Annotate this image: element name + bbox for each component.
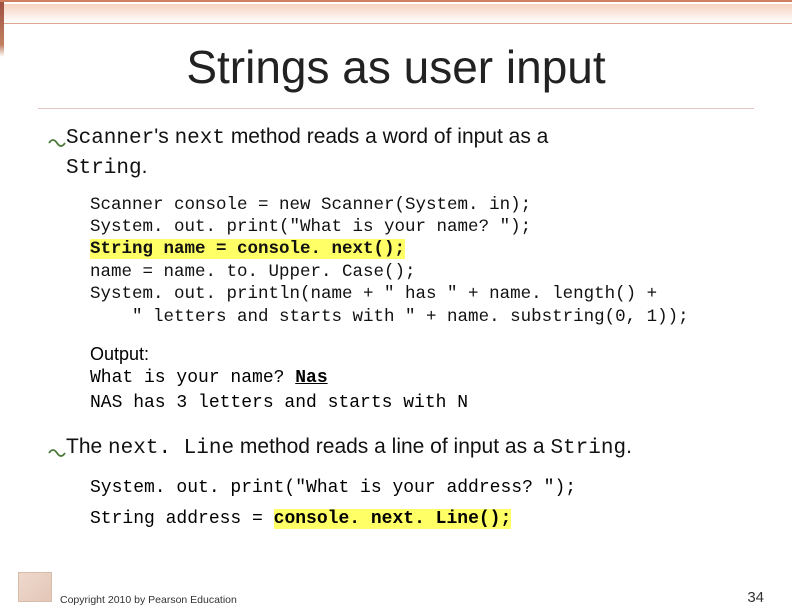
output-text: What is your name? [90, 368, 295, 388]
text: 's [154, 125, 174, 148]
code-line: System. out. println(name + " has " + na… [90, 284, 657, 304]
output-block: Output: What is your name? Nas NAS has 3… [90, 342, 754, 415]
header-wave [0, 4, 792, 24]
code-line: name = name. to. Upper. Case(); [90, 262, 416, 282]
output-line: What is your name? Nas [90, 366, 754, 390]
code-next: next [175, 127, 225, 150]
code-nextline: next. Line [108, 437, 234, 460]
code-string: String [550, 437, 626, 460]
code-text: String address = [90, 509, 274, 529]
code-scanner: Scanner [66, 127, 154, 150]
code-line: Scanner console = new Scanner(System. in… [90, 195, 531, 215]
bullet-icon [48, 440, 66, 454]
copyright-text: Copyright 2010 by Pearson Education [60, 594, 237, 606]
output-input: Nas [295, 368, 327, 388]
slide: Strings as user input Scanner's next met… [0, 0, 792, 612]
code-line: " letters and starts with " + name. subs… [90, 307, 689, 327]
left-accent [0, 2, 4, 612]
footer: Copyright 2010 by Pearson Education 34 [0, 589, 792, 606]
code-string: String [66, 157, 142, 180]
bullet-icon [48, 130, 66, 144]
code-line: System. out. print("What is your address… [90, 473, 754, 504]
content-area: Scanner's next method reads a word of in… [0, 123, 792, 534]
code-highlight: console. next. Line(); [274, 509, 512, 529]
code-line: System. out. print("What is your name? "… [90, 217, 531, 237]
code-block-2: System. out. print("What is your address… [90, 473, 754, 534]
text: The [66, 435, 108, 458]
text: method reads a line of input as a [234, 435, 550, 458]
output-line: NAS has 3 letters and starts with N [90, 391, 754, 415]
code-block-1: Scanner console = new Scanner(System. in… [90, 194, 754, 328]
code-line-highlight: String name = console. next(); [90, 239, 405, 259]
text: . [142, 155, 148, 178]
output-label: Output: [90, 342, 754, 366]
code-line: String address = console. next. Line(); [90, 504, 754, 535]
text: method reads a word of input as a [225, 125, 548, 148]
text: . [626, 435, 632, 458]
title-underline [38, 108, 754, 109]
bullet-2: The next. Line method reads a line of in… [48, 433, 754, 463]
page-number: 34 [747, 589, 764, 606]
bullet-1: Scanner's next method reads a word of in… [48, 123, 754, 184]
